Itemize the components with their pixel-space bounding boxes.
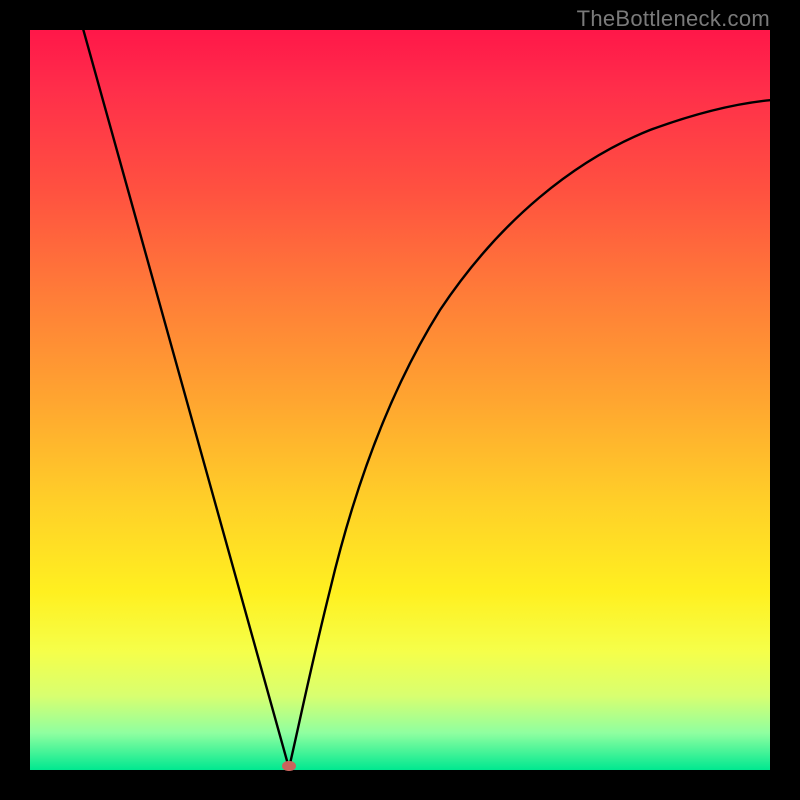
min-point-marker (282, 761, 296, 771)
curve-right-branch (289, 100, 770, 768)
branding-watermark: TheBottleneck.com (577, 6, 770, 32)
plot-area (30, 30, 770, 770)
curve-svg (30, 30, 770, 770)
chart-container: TheBottleneck.com (0, 0, 800, 800)
curve-left-branch (82, 30, 289, 768)
